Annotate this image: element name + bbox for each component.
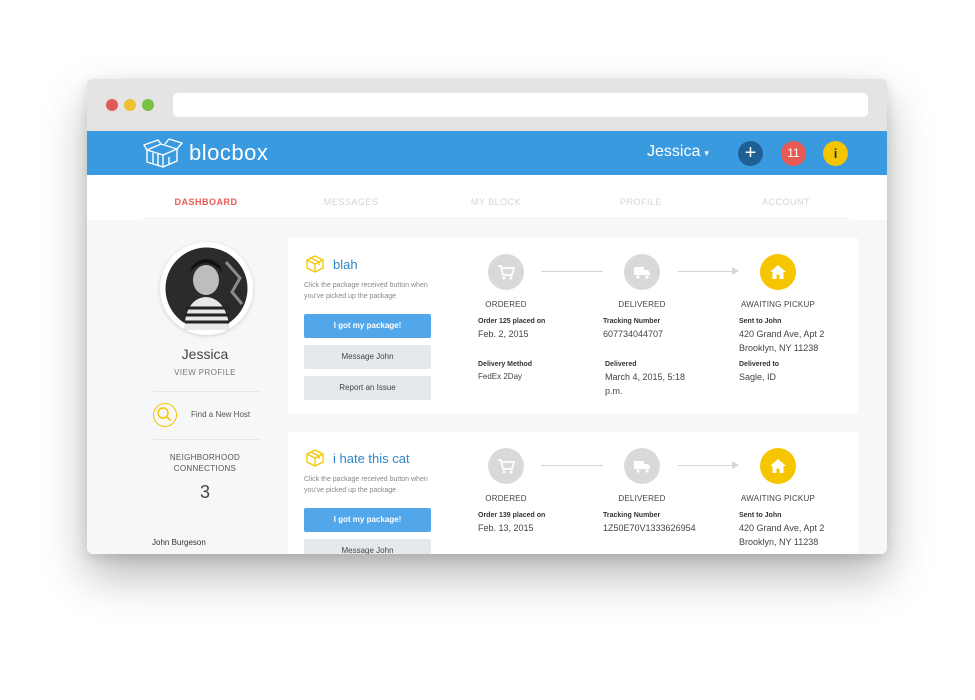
- search-icon[interactable]: [153, 403, 177, 427]
- truck-icon: [634, 267, 650, 279]
- report-issue-button[interactable]: Report an Issue: [304, 376, 431, 400]
- connections-label: NEIGHBORHOOD CONNECTIONS: [143, 452, 267, 474]
- home-icon: [770, 459, 786, 473]
- message-host-button[interactable]: Message John: [304, 345, 431, 369]
- tab-profile[interactable]: PROFILE: [620, 197, 662, 207]
- order-number-label: Order 125 placed on: [478, 318, 546, 325]
- tab-account[interactable]: ACCOUNT: [762, 197, 810, 207]
- maximize-window-button[interactable]: [142, 99, 154, 111]
- address-line-2: Brooklyn, NY 11238: [739, 343, 819, 353]
- address-line-1: 420 Grand Ave, Apt 2: [739, 523, 825, 533]
- tracking-number[interactable]: 607734044707: [603, 327, 663, 341]
- package-icon: [306, 449, 324, 467]
- order-hint: Click the package received button when y…: [304, 476, 428, 494]
- step-label: AWAITING PICKUP: [741, 494, 815, 503]
- address-line-2: Brooklyn, NY 11238: [739, 537, 819, 547]
- delivered-date: March 4, 2015, 5:18: [605, 372, 686, 382]
- order-card: blah Click the package received button w…: [288, 238, 858, 414]
- user-menu[interactable]: Jessica ▾: [647, 143, 709, 161]
- step-label: DELIVERED: [618, 494, 666, 503]
- home-icon: [770, 265, 786, 279]
- profile-name: Jessica: [181, 346, 229, 362]
- delivered-to-label: Delivered to: [739, 361, 780, 368]
- step-label: DELIVERED: [618, 300, 666, 309]
- step-label: AWAITING PICKUP: [741, 300, 815, 309]
- cart-icon: [498, 459, 516, 474]
- connections-label-line-2: CONNECTIONS: [173, 464, 237, 473]
- truck-icon: [634, 461, 650, 473]
- divider: [153, 391, 259, 392]
- tracking-label: Tracking Number: [603, 318, 661, 325]
- step-delivered: DELIVERED: [597, 254, 687, 309]
- neighbor-name[interactable]: John Burgeson: [152, 538, 206, 547]
- find-host-link[interactable]: Find a New Host: [191, 410, 250, 419]
- step-awaiting-pickup: AWAITING PICKUP: [733, 448, 823, 503]
- cart-icon: [498, 265, 516, 280]
- package-received-button[interactable]: I got my package!: [304, 508, 431, 532]
- browser-window: blocbox Jessica ▾ + 11 i DASHBOARD MESSA…: [87, 79, 887, 554]
- divider: [153, 439, 259, 440]
- order-hint: Click the package received button when y…: [304, 282, 428, 300]
- tab-dashboard[interactable]: DASHBOARD: [175, 197, 238, 207]
- step-awaiting-pickup: AWAITING PICKUP: [733, 254, 823, 309]
- main-tabs: DASHBOARD MESSAGES MY BLOCK PROFILE ACCO…: [143, 175, 849, 219]
- info-button[interactable]: i: [823, 141, 848, 166]
- box-logo-icon: [143, 138, 183, 168]
- neighbor-address-clipped: [152, 550, 262, 554]
- logo[interactable]: blocbox: [143, 136, 268, 170]
- address-line-1: 420 Grand Ave, Apt 2: [739, 329, 825, 339]
- delivery-method-label: Delivery Method: [478, 361, 533, 368]
- close-window-button[interactable]: [106, 99, 118, 111]
- delivered-label: Delivered: [605, 361, 637, 368]
- tab-my-block[interactable]: MY BLOCK: [471, 197, 521, 207]
- profile-photo: [161, 243, 252, 334]
- order-card: i hate this cat Click the package receiv…: [288, 432, 858, 554]
- connections-label-line-1: NEIGHBORHOOD: [169, 453, 241, 462]
- tab-messages[interactable]: MESSAGES: [324, 197, 379, 207]
- sent-to-label: Sent to John: [739, 318, 782, 325]
- delivered-time: p.m.: [605, 386, 623, 396]
- step-delivered: DELIVERED: [597, 448, 687, 503]
- sent-to-label: Sent to John: [739, 512, 782, 519]
- order-date: Feb. 13, 2015: [478, 523, 534, 533]
- address-bar[interactable]: [173, 93, 868, 117]
- delivery-method-value: FedEx 2Day: [478, 372, 523, 381]
- user-menu-name: Jessica: [647, 143, 701, 160]
- tracking-number[interactable]: 1Z50E70V1333626954: [603, 521, 696, 535]
- logo-text: blocbox: [189, 140, 269, 165]
- order-number-label: Order 139 placed on: [478, 512, 546, 519]
- package-received-button[interactable]: I got my package!: [304, 314, 431, 338]
- message-host-button[interactable]: Message John: [304, 539, 431, 554]
- package-icon: [306, 255, 324, 273]
- step-label: ORDERED: [485, 300, 527, 309]
- chevron-down-icon: ▾: [704, 148, 709, 158]
- avatar[interactable]: [160, 242, 253, 335]
- step-ordered: ORDERED: [461, 448, 551, 503]
- tracking-label: Tracking Number: [603, 512, 661, 519]
- order-title[interactable]: i hate this cat: [333, 451, 410, 466]
- connections-count: 3: [199, 482, 210, 502]
- browser-chrome: [87, 79, 887, 131]
- view-profile-link[interactable]: VIEW PROFILE: [143, 368, 267, 377]
- add-button[interactable]: +: [738, 141, 763, 166]
- step-label: ORDERED: [485, 494, 527, 503]
- delivered-to-value: Sagle, ID: [739, 372, 777, 382]
- minimize-window-button[interactable]: [124, 99, 136, 111]
- notifications-badge-button[interactable]: 11: [781, 141, 806, 166]
- app-header: blocbox Jessica ▾ + 11 i: [87, 131, 887, 175]
- order-title[interactable]: blah: [333, 257, 358, 272]
- order-date: Feb. 2, 2015: [478, 329, 529, 339]
- step-ordered: ORDERED: [461, 254, 551, 309]
